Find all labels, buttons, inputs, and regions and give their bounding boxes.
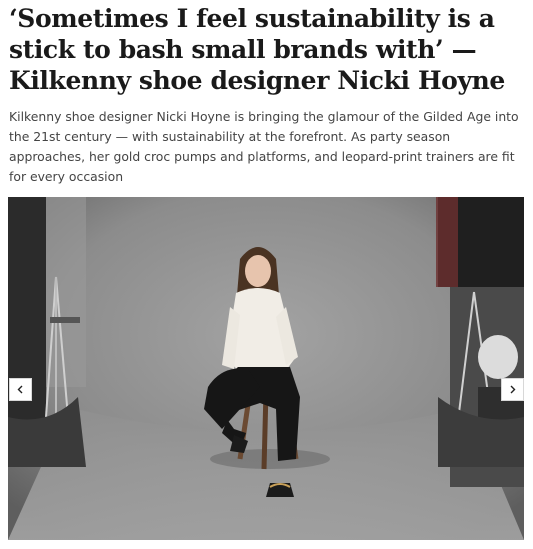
article-standfirst: Kilkenny shoe designer Nicki Hoyne is br…: [9, 109, 519, 184]
article-headline: ‘Sometimes I feel sustainability is a st…: [9, 4, 505, 95]
photo-gallery[interactable]: [8, 197, 524, 540]
gallery-photo: [8, 197, 524, 540]
gallery-prev-button[interactable]: [9, 378, 32, 401]
chevron-right-icon: [510, 385, 516, 394]
gallery-next-button[interactable]: [501, 378, 524, 401]
chevron-left-icon: [17, 385, 23, 394]
